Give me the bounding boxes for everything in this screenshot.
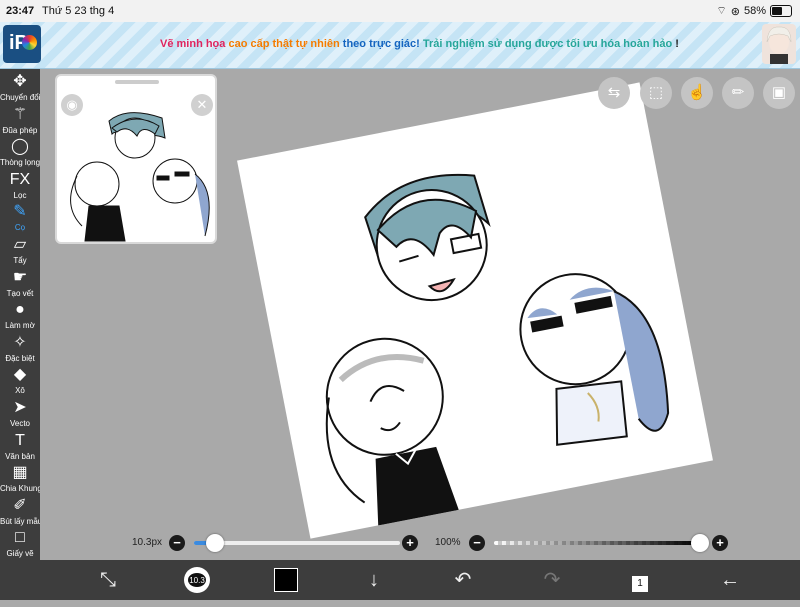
tool-bucket[interactable]: ◆ Xô xyxy=(0,364,40,395)
blur-drop-icon: ● xyxy=(15,301,25,319)
status-right: ⌔ ⊛ 58% xyxy=(716,4,792,18)
brush-size-label: 10.3px xyxy=(132,537,163,548)
brush-preview-circle: 10.3 xyxy=(184,567,210,593)
download-arrow-icon[interactable]: ↓ xyxy=(362,560,386,600)
tool-label: Chuyển đổi xyxy=(0,93,40,102)
opacity-slider-knob[interactable] xyxy=(691,534,709,552)
move-arrows-icon: ✥ xyxy=(13,73,27,90)
bucket-icon: ◆ xyxy=(13,366,27,384)
tool-special-wand[interactable]: ✧ Đặc biệt xyxy=(0,332,40,363)
tool-label: Làm mờ xyxy=(5,321,35,331)
opacity-label: 100% xyxy=(435,537,461,548)
redo-icon[interactable]: ↷ xyxy=(540,560,564,600)
ad-text-segment: Trải nghiệm sử dụng được tối ưu hóa hoàn… xyxy=(422,38,673,50)
eraser-icon: ▱ xyxy=(13,236,27,253)
tool-label: Vecto xyxy=(9,419,30,428)
tool-frame-divider[interactable]: ▦ Chia Khung xyxy=(0,462,40,493)
tool-palette: ✥ Chuyển đổi ⚚ Đũa phép ◯ Thòng lọng FX Lọc ✎ Cọ ▱… xyxy=(0,69,40,560)
transform-arrows-icon[interactable]: ⤡ xyxy=(92,560,124,600)
filter-fx-icon: FX xyxy=(9,170,31,188)
undo-icon[interactable]: ↶ xyxy=(451,560,475,600)
tool-label: Đặc biệt xyxy=(5,353,35,363)
ad-text-segment: cao cấp thật tự nhiên xyxy=(228,38,340,50)
status-date: Thứ 5 23 thg 4 xyxy=(42,5,115,17)
image-icon[interactable]: ▣ xyxy=(763,77,795,109)
battery-icon xyxy=(770,5,792,17)
smudge-icon: ☛ xyxy=(12,268,28,286)
brush-preview-label: 10.3 xyxy=(189,576,205,585)
size-decrease-button[interactable]: − xyxy=(169,535,185,551)
orientation-lock-icon: ⊛ xyxy=(730,5,740,18)
tool-eraser[interactable]: ▱ Tẩy xyxy=(0,234,40,265)
layer-toggle-icon[interactable]: ⇆ xyxy=(598,77,630,109)
tool-filter-fx[interactable]: FX Lọc xyxy=(0,169,40,200)
artwork-canvas[interactable] xyxy=(237,82,713,539)
ad-text-segment: Vẽ minh họa xyxy=(160,38,229,50)
color-wheel-icon xyxy=(22,35,37,50)
tool-label: Cọ xyxy=(14,223,26,233)
status-bar: 23:47 Thứ 5 23 thg 4 ⌔ ⊛ 58% xyxy=(0,0,800,22)
cursor-icon: ➤ xyxy=(13,399,27,416)
tool-label: Thòng lọng xyxy=(0,158,40,168)
tool-label: Lọc xyxy=(13,190,27,200)
tool-brush[interactable]: ✎ Cọ xyxy=(0,201,40,232)
tool-canvas[interactable]: □ Giấy vẽ xyxy=(0,527,40,558)
battery-percent: 58% xyxy=(743,5,766,17)
tool-magic-wand[interactable]: ⚚ Đũa phép xyxy=(0,104,40,135)
tool-label: Giấy vẽ xyxy=(6,549,34,559)
primary-color-box xyxy=(274,568,298,592)
artwork-drawing xyxy=(325,173,670,527)
tool-blur-drop[interactable]: ● Làm mờ xyxy=(0,299,40,330)
canvas-icon: □ xyxy=(15,529,25,547)
brush-icon: ✎ xyxy=(13,203,27,221)
size-increase-button[interactable]: + xyxy=(402,535,418,551)
brush-preview[interactable]: 10.3 xyxy=(183,560,211,600)
ad-text-segment: ! xyxy=(672,38,679,50)
ad-avatar-image xyxy=(766,26,792,64)
status-time: 23:47 xyxy=(6,5,35,17)
opacity-decrease-button[interactable]: − xyxy=(469,535,485,551)
tool-eyedropper[interactable]: ✐ Bút lấy mẫu màu xyxy=(0,495,40,526)
lasso-icon: ◯ xyxy=(11,138,29,156)
size-slider-knob[interactable] xyxy=(205,534,224,552)
tool-label: Tạo vết xyxy=(6,288,34,298)
selection-icon[interactable]: ⬚ xyxy=(640,77,672,109)
wifi-icon: ⌔ xyxy=(716,5,727,17)
special-wand-icon: ✧ xyxy=(13,333,27,351)
tool-smudge[interactable]: ☛ Tạo vết xyxy=(0,267,40,298)
tool-label: Bút lấy mẫu màu xyxy=(0,516,40,526)
hand-touch-icon[interactable]: ☝ xyxy=(681,77,713,109)
tool-label: Văn bản xyxy=(5,451,35,461)
ad-banner[interactable]: iP Vẽ minh họa cao cấp thật tự nhiên the… xyxy=(0,22,800,69)
navigator-thumbnail xyxy=(70,112,210,242)
ruler-icon[interactable]: ✏ xyxy=(722,77,754,109)
size-slider-track[interactable] xyxy=(194,541,400,545)
ad-text-segment: theo trực giác! xyxy=(339,38,423,50)
layers-button[interactable]: 1 xyxy=(628,560,652,600)
layer-count: 1 xyxy=(632,576,648,592)
eyedropper-icon: ✐ xyxy=(13,496,27,514)
ad-text[interactable]: Vẽ minh họa cao cấp thật tự nhiên theo t… xyxy=(160,38,679,50)
tool-text[interactable]: T Văn bản xyxy=(0,430,40,461)
opacity-slider-fill xyxy=(494,541,700,545)
tool-move-arrows[interactable]: ✥ Chuyển đổi xyxy=(0,71,40,102)
opacity-increase-button[interactable]: + xyxy=(712,535,728,551)
navigator-panel[interactable]: ◉ ✕ xyxy=(55,74,217,244)
tool-label: Chia Khung xyxy=(0,484,40,494)
ad-avatar xyxy=(762,24,796,64)
color-swatch[interactable] xyxy=(274,560,298,600)
back-arrow-icon[interactable]: ← xyxy=(718,560,742,600)
app-logo: iP xyxy=(3,25,41,63)
text-icon: T xyxy=(15,431,25,449)
tool-lasso[interactable]: ◯ Thòng lọng xyxy=(0,136,40,167)
tool-label: Tẩy xyxy=(13,256,27,265)
magic-wand-icon: ⚚ xyxy=(12,105,28,123)
tool-label: Xô xyxy=(15,386,25,396)
bottom-bar: ⤡ 10.3 ↓ ↶ ↷ 1 ← xyxy=(0,560,800,600)
tool-cursor[interactable]: ➤ Vecto xyxy=(0,397,40,428)
tool-label: Đũa phép xyxy=(2,125,38,135)
frame-divider-icon: ▦ xyxy=(12,464,28,482)
